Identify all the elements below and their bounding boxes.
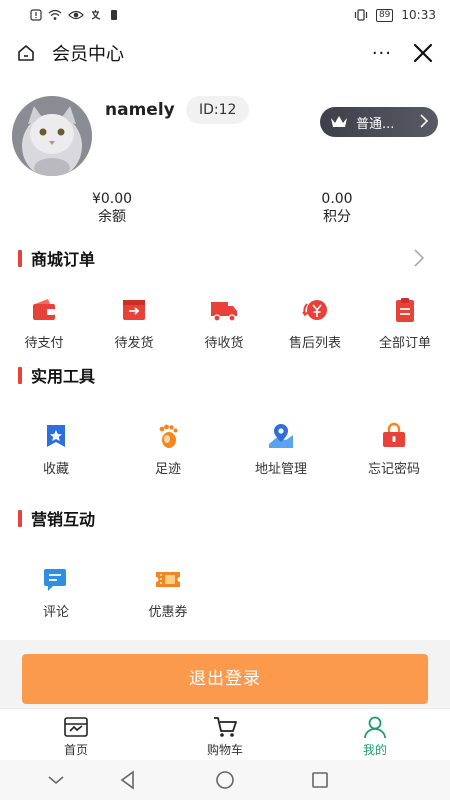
battery-level: 89 [375,8,394,22]
user-id-badge: ID:12 [186,96,250,124]
clipboard-icon [396,298,414,322]
tool-footprints[interactable]: 足迹 [138,422,198,477]
marketing-section-title: 营销互动 [18,508,96,529]
header-bar: 会员中心 ··· [0,30,450,76]
marketing-item-label: 评论 [42,605,69,620]
tools-title-label: 实用工具 [31,367,96,386]
wifi-icon [48,9,62,20]
home-circle-icon[interactable] [214,770,236,790]
logout-button[interactable]: 退出登录 [22,654,428,704]
marketing-coupons[interactable]: 优惠券 [138,565,198,620]
system-nav-bar [0,760,450,800]
vibrate-icon [354,9,368,21]
clock: 10:33 [401,8,436,22]
username: namely [105,100,175,120]
tool-forgot-password[interactable]: 忘记密码 [358,422,430,477]
tool-item-label: 收藏 [42,462,69,477]
order-after-sales[interactable]: 售后列表 [280,296,350,351]
points-label: 积分 [323,209,351,225]
comment-icon [44,569,66,591]
tab-home[interactable]: 首页 [36,715,116,758]
translate-icon [91,10,101,20]
box-arrow-icon [123,300,145,320]
tool-item-label: 忘记密码 [367,462,420,477]
lock-icon [383,422,405,447]
marketing-item-label: 优惠券 [148,605,188,620]
points-value: 0.00 [321,191,353,207]
marketing-comments[interactable]: 评论 [26,565,86,620]
chevron-right-icon [420,114,428,128]
order-pending-shipment[interactable]: 待发货 [104,296,164,351]
sim-icon [111,10,117,20]
status-bar: 89 10:33 [0,0,450,30]
tool-item-label: 足迹 [154,462,181,477]
balance-label: 余额 [98,209,126,225]
stats-row: ¥0.00 余额 0.00 积分 [0,190,450,230]
order-item-label: 售后列表 [288,336,341,351]
home-store-icon [64,717,88,737]
bookmark-star-icon [47,425,65,447]
tab-cart[interactable]: 购物车 [185,715,265,758]
section-accent-bar [18,249,22,267]
status-icons-left [30,9,118,21]
tab-mine-label: 我的 [362,743,387,757]
section-accent-bar [18,509,22,527]
orders-chevron-right-icon[interactable] [414,249,424,267]
map-pin-icon [269,424,293,448]
tools-section-title: 实用工具 [18,365,96,386]
order-item-label: 待收货 [204,336,244,351]
tool-favorites[interactable]: 收藏 [26,422,86,477]
crown-icon [331,116,347,127]
tab-cart-label: 购物车 [206,743,243,757]
marketing-title-label: 营销互动 [31,510,96,529]
balance-stat[interactable]: ¥0.00 余额 [52,190,172,226]
wallet-icon [33,299,55,320]
notification-icon [30,9,42,21]
status-icons-right: 89 10:33 [354,8,436,22]
page-title: 会员中心 [52,44,124,65]
cart-icon [214,717,237,737]
bottom-tab-bar: 首页 购物车 我的 [0,708,450,760]
back-triangle-icon[interactable] [118,770,138,790]
profile-section: namely ID:12 普通... [0,88,450,176]
section-accent-bar [18,366,22,384]
order-item-label: 全部订单 [378,336,431,351]
member-level-label: 普通... [356,116,395,132]
order-item-label: 待支付 [24,336,64,351]
member-level-button[interactable]: 普通... [320,107,438,137]
recent-apps-icon[interactable] [310,770,330,790]
coupon-icon [156,572,180,587]
footprint-icon [159,424,178,448]
order-all[interactable]: 全部订单 [370,296,440,351]
tab-mine[interactable]: 我的 [335,715,415,758]
order-pending-receipt[interactable]: 待收货 [194,296,254,351]
orders-section-title: 商城订单 [18,248,96,269]
points-stat[interactable]: 0.00 积分 [277,190,397,226]
close-icon[interactable] [412,42,434,64]
avatar[interactable] [12,96,92,176]
order-item-label: 待发货 [114,336,154,351]
eye-icon [68,10,84,20]
person-icon [364,716,386,739]
more-icon[interactable]: ··· [372,43,392,64]
tool-address[interactable]: 地址管理 [246,422,316,477]
orders-title-label: 商城订单 [31,250,96,269]
home-icon[interactable] [16,43,36,63]
tool-item-label: 地址管理 [254,462,307,477]
chevron-down-icon[interactable] [46,770,66,790]
refund-icon [302,300,327,320]
truck-icon [211,302,237,322]
order-pending-payment[interactable]: 待支付 [14,296,74,351]
balance-value: ¥0.00 [91,191,133,207]
tab-home-label: 首页 [63,743,88,757]
cat-avatar-image [12,96,92,176]
